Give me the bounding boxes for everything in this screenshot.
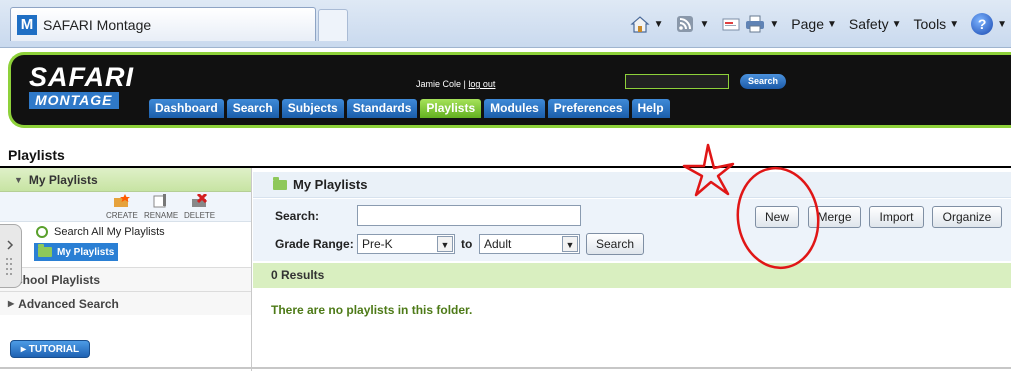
grade-to-select[interactable]: Adult ▼: [479, 234, 580, 254]
chevron-down-icon: ▼: [949, 18, 960, 30]
tab-title: SAFARI Montage: [43, 17, 152, 33]
sidebar-item-label: Advanced Search: [18, 296, 119, 311]
folder-icon: [273, 176, 287, 190]
search-all-playlists-link[interactable]: Search All My Playlists: [0, 222, 251, 242]
divider: [0, 367, 1011, 369]
organize-button[interactable]: Organize: [932, 206, 1002, 228]
help-icon[interactable]: ?: [971, 13, 994, 35]
search-button[interactable]: Search: [586, 233, 644, 255]
safety-menu[interactable]: Safety ▼: [849, 16, 902, 32]
results-count: 0 Results: [253, 263, 1011, 288]
main-nav: Dashboard Search Subjects Standards Play…: [149, 99, 670, 118]
search-all-label: Search All My Playlists: [54, 226, 165, 238]
folder-icon: [38, 244, 52, 257]
chevron-down-icon[interactable]: ▼: [769, 19, 779, 30]
new-tab-button[interactable]: [318, 9, 348, 41]
sidebar-collapse-handle[interactable]: [0, 224, 22, 288]
nav-playlists[interactable]: Playlists: [420, 99, 482, 118]
folder-tools: CREATE RENAME DELETE: [0, 192, 251, 222]
chevron-down-icon[interactable]: ▼: [997, 19, 1007, 30]
to-label: to: [461, 237, 473, 251]
browser-toolbar: M SAFARI Montage ▼ ▼ ▼ Page ▼ Safety ▼ Too…: [0, 0, 1011, 48]
chevron-down-icon: ▼: [14, 174, 23, 185]
grade-range-label: Grade Range:: [275, 237, 354, 251]
nav-preferences[interactable]: Preferences: [547, 99, 629, 118]
tools-menu[interactable]: Tools ▼: [914, 16, 960, 32]
page-title: Playlists: [8, 147, 65, 163]
tutorial-label: TUTORIAL: [28, 344, 80, 355]
search-label: Search:: [275, 209, 320, 223]
nav-modules[interactable]: Modules: [484, 99, 545, 118]
main-panel-header: My Playlists: [253, 172, 1011, 198]
tutorial-button[interactable]: ▸ TUTORIAL: [10, 340, 90, 358]
chevron-down-icon: ▼: [437, 236, 453, 252]
logo-bottom: MONTAGE: [29, 92, 119, 109]
page-menu-label: Page: [791, 16, 824, 32]
grade-from-select[interactable]: Pre-K ▼: [357, 234, 455, 254]
chevron-down-icon[interactable]: ▼: [699, 19, 709, 30]
header-search-input[interactable]: [625, 74, 729, 89]
safety-menu-label: Safety: [848, 16, 889, 32]
chevron-down-icon: ▼: [891, 18, 902, 30]
user-info: Jamie Cole | log out: [416, 79, 495, 89]
read-mail-icon[interactable]: [721, 14, 741, 34]
new-playlist-button[interactable]: New: [755, 206, 799, 228]
chevron-down-icon: ▼: [826, 18, 837, 30]
merge-button[interactable]: Merge: [808, 206, 861, 228]
rename-folder-icon: [153, 194, 167, 208]
safari-montage-logo[interactable]: SAFARI MONTAGE: [29, 63, 139, 109]
sidebar-item-school-playlists[interactable]: School Playlists: [0, 267, 251, 291]
playlist-search-input[interactable]: [357, 205, 581, 226]
search-icon: [36, 226, 48, 238]
nav-subjects[interactable]: Subjects: [281, 99, 344, 118]
site-header: SAFARI MONTAGE Jamie Cole | log out Sear…: [8, 52, 1011, 128]
logo-top: SAFARI: [29, 62, 135, 92]
separator: |: [463, 79, 466, 89]
sidebar-item-my-playlists[interactable]: My Playlists: [34, 243, 118, 261]
site-favicon: M: [17, 15, 37, 35]
nav-dashboard[interactable]: Dashboard: [149, 99, 224, 118]
chevron-down-icon[interactable]: ▼: [654, 19, 664, 30]
command-bar: ▼ ▼ ▼ Page ▼ Safety ▼ Tools ▼ ? ▼: [629, 12, 1007, 36]
delete-folder-button[interactable]: DELETE: [184, 192, 216, 220]
nav-standards[interactable]: Standards: [346, 99, 418, 118]
delete-folder-icon: [191, 192, 207, 207]
sidebar-header-label: My Playlists: [28, 172, 98, 187]
home-icon[interactable]: [629, 14, 650, 34]
nav-help[interactable]: Help: [631, 99, 670, 118]
create-label: CREATE: [106, 211, 138, 220]
grade-from-value: Pre-K: [362, 237, 393, 251]
print-icon[interactable]: [745, 14, 765, 34]
logout-link[interactable]: log out: [468, 79, 495, 89]
sidebar-header[interactable]: ▼ My Playlists: [0, 168, 251, 192]
filter-panel: Search: Grade Range: Pre-K ▼ to Adult ▼ …: [253, 199, 1011, 261]
page-menu[interactable]: Page ▼: [791, 16, 837, 32]
sidebar-item-label: My Playlists: [57, 246, 115, 258]
import-button[interactable]: Import: [869, 206, 924, 228]
rename-label: RENAME: [144, 211, 179, 220]
main-panel-title: My Playlists: [293, 177, 368, 192]
chevron-down-icon: ▼: [562, 236, 578, 252]
sidebar: ▼ My Playlists CREATE RENAME DELETE Sear…: [0, 168, 252, 371]
header-search-button[interactable]: Search: [740, 74, 786, 89]
user-name: Jamie Cole: [416, 79, 462, 89]
browser-tab[interactable]: M SAFARI Montage: [10, 7, 316, 41]
sidebar-item-advanced-search[interactable]: ▶ Advanced Search: [0, 291, 251, 315]
grade-to-value: Adult: [484, 237, 512, 251]
delete-label: DELETE: [184, 211, 216, 220]
chevron-right-icon: ▶: [8, 299, 15, 308]
nav-search[interactable]: Search: [226, 99, 279, 118]
create-folder-icon: [113, 194, 130, 207]
empty-message: There are no playlists in this folder.: [271, 303, 473, 317]
rename-folder-button[interactable]: RENAME: [144, 194, 178, 220]
create-folder-button[interactable]: CREATE: [106, 194, 138, 220]
rss-feed-icon[interactable]: [675, 14, 695, 34]
tools-menu-label: Tools: [913, 16, 947, 32]
